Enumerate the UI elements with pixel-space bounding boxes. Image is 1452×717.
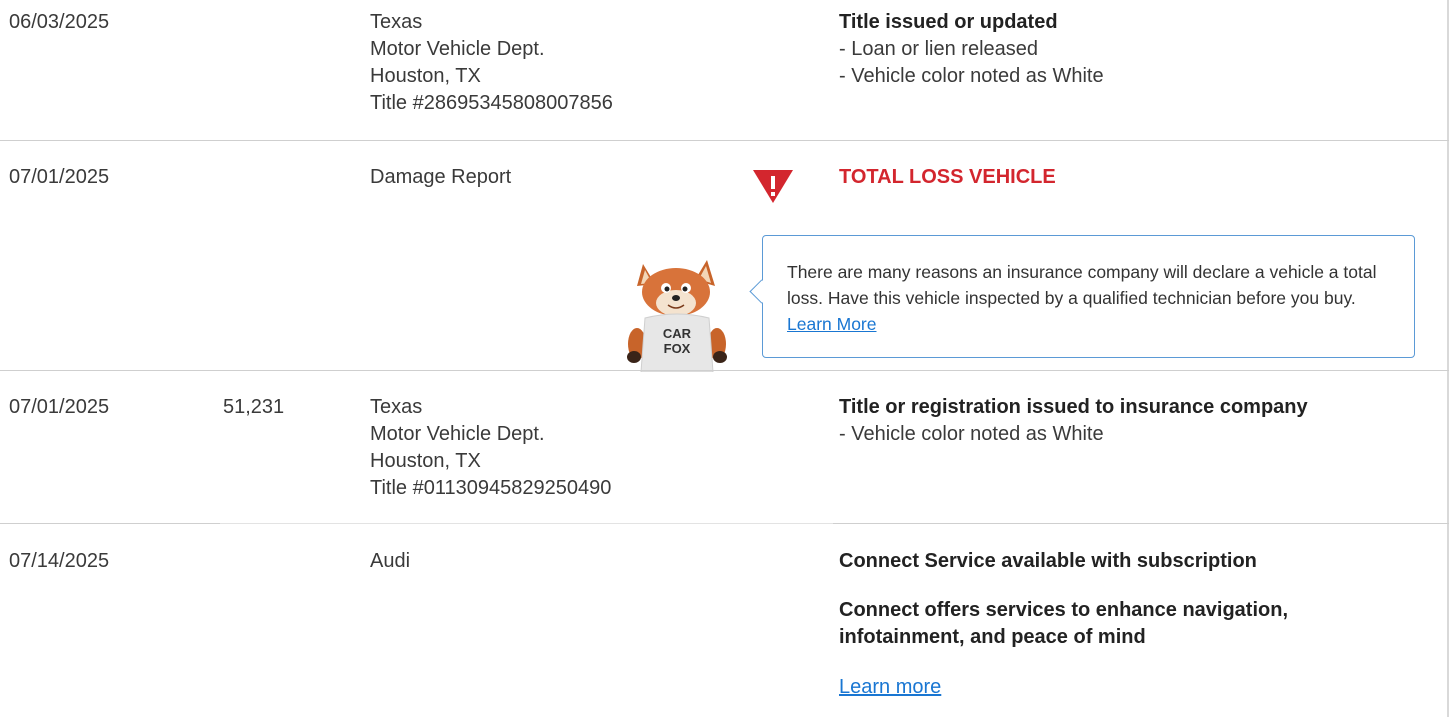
history-record: 06/03/2025 Texas Motor Vehicle Dept. Hou… (0, 0, 1449, 140)
record-source: Audi (370, 548, 410, 575)
source-line: Texas (370, 11, 423, 33)
source-line: Houston, TX (370, 65, 481, 87)
callout-text: There are many reasons an insurance comp… (787, 259, 1397, 337)
record-comments: Title or registration issued to insuranc… (839, 394, 1308, 448)
source-line: Houston, TX (370, 450, 481, 472)
warning-triangle-icon (753, 170, 793, 203)
record-date: 07/01/2025 (9, 166, 110, 188)
source-line: Motor Vehicle Dept. (370, 423, 545, 445)
record-source: Texas Motor Vehicle Dept. Houston, TX Ti… (370, 394, 611, 502)
history-record: 07/14/2025 Audi Connect Service availabl… (0, 524, 1449, 717)
callout-message: There are many reasons an insurance comp… (787, 262, 1377, 308)
source-line: Motor Vehicle Dept. (370, 38, 545, 60)
comment-title: Connect Service available with subscript… (839, 550, 1257, 572)
comment-subtitle: Connect offers services to enhance navig… (839, 599, 1289, 621)
record-date: 07/01/2025 (9, 396, 110, 418)
comment-title: Title or registration issued to insuranc… (839, 396, 1308, 418)
mascot-shirt-text: FOX (664, 341, 691, 356)
record-comments: Connect Service available with subscript… (839, 548, 1288, 701)
total-loss-alert-title: TOTAL LOSS VEHICLE (839, 166, 1056, 188)
learn-more-link[interactable]: Learn more (839, 676, 941, 698)
record-source: Damage Report (370, 164, 511, 191)
record-date: 07/14/2025 (9, 550, 110, 572)
source-line: Title #01130945829250490 (370, 477, 612, 499)
history-record: 07/01/2025 51,231 Texas Motor Vehicle De… (0, 371, 1449, 523)
comment-line: - Loan or lien released (839, 38, 1039, 60)
comment-title: Title issued or updated (839, 11, 1058, 33)
carfox-mascot: CAR FOX (627, 260, 727, 372)
source-line: Audi (370, 550, 411, 572)
source-line: Damage Report (370, 166, 512, 188)
record-odometer: 51,231 (223, 396, 285, 418)
source-line: Title #28695345808007856 (370, 92, 613, 114)
comment-subtitle: infotainment, and peace of mind (839, 626, 1146, 648)
source-line: Texas (370, 396, 423, 418)
comment-line: - Vehicle color noted as White (839, 423, 1104, 445)
record-source: Texas Motor Vehicle Dept. Houston, TX Ti… (370, 9, 613, 117)
mascot-shirt-text: CAR (663, 326, 692, 341)
total-loss-callout: There are many reasons an insurance comp… (749, 235, 1415, 358)
comment-line: - Vehicle color noted as White (839, 65, 1104, 87)
record-date: 06/03/2025 (9, 11, 110, 33)
learn-more-link[interactable]: Learn More (787, 314, 877, 334)
record-comments: Title issued or updated - Loan or lien r… (839, 9, 1104, 90)
vehicle-history-table: 06/03/2025 Texas Motor Vehicle Dept. Hou… (0, 0, 1449, 717)
